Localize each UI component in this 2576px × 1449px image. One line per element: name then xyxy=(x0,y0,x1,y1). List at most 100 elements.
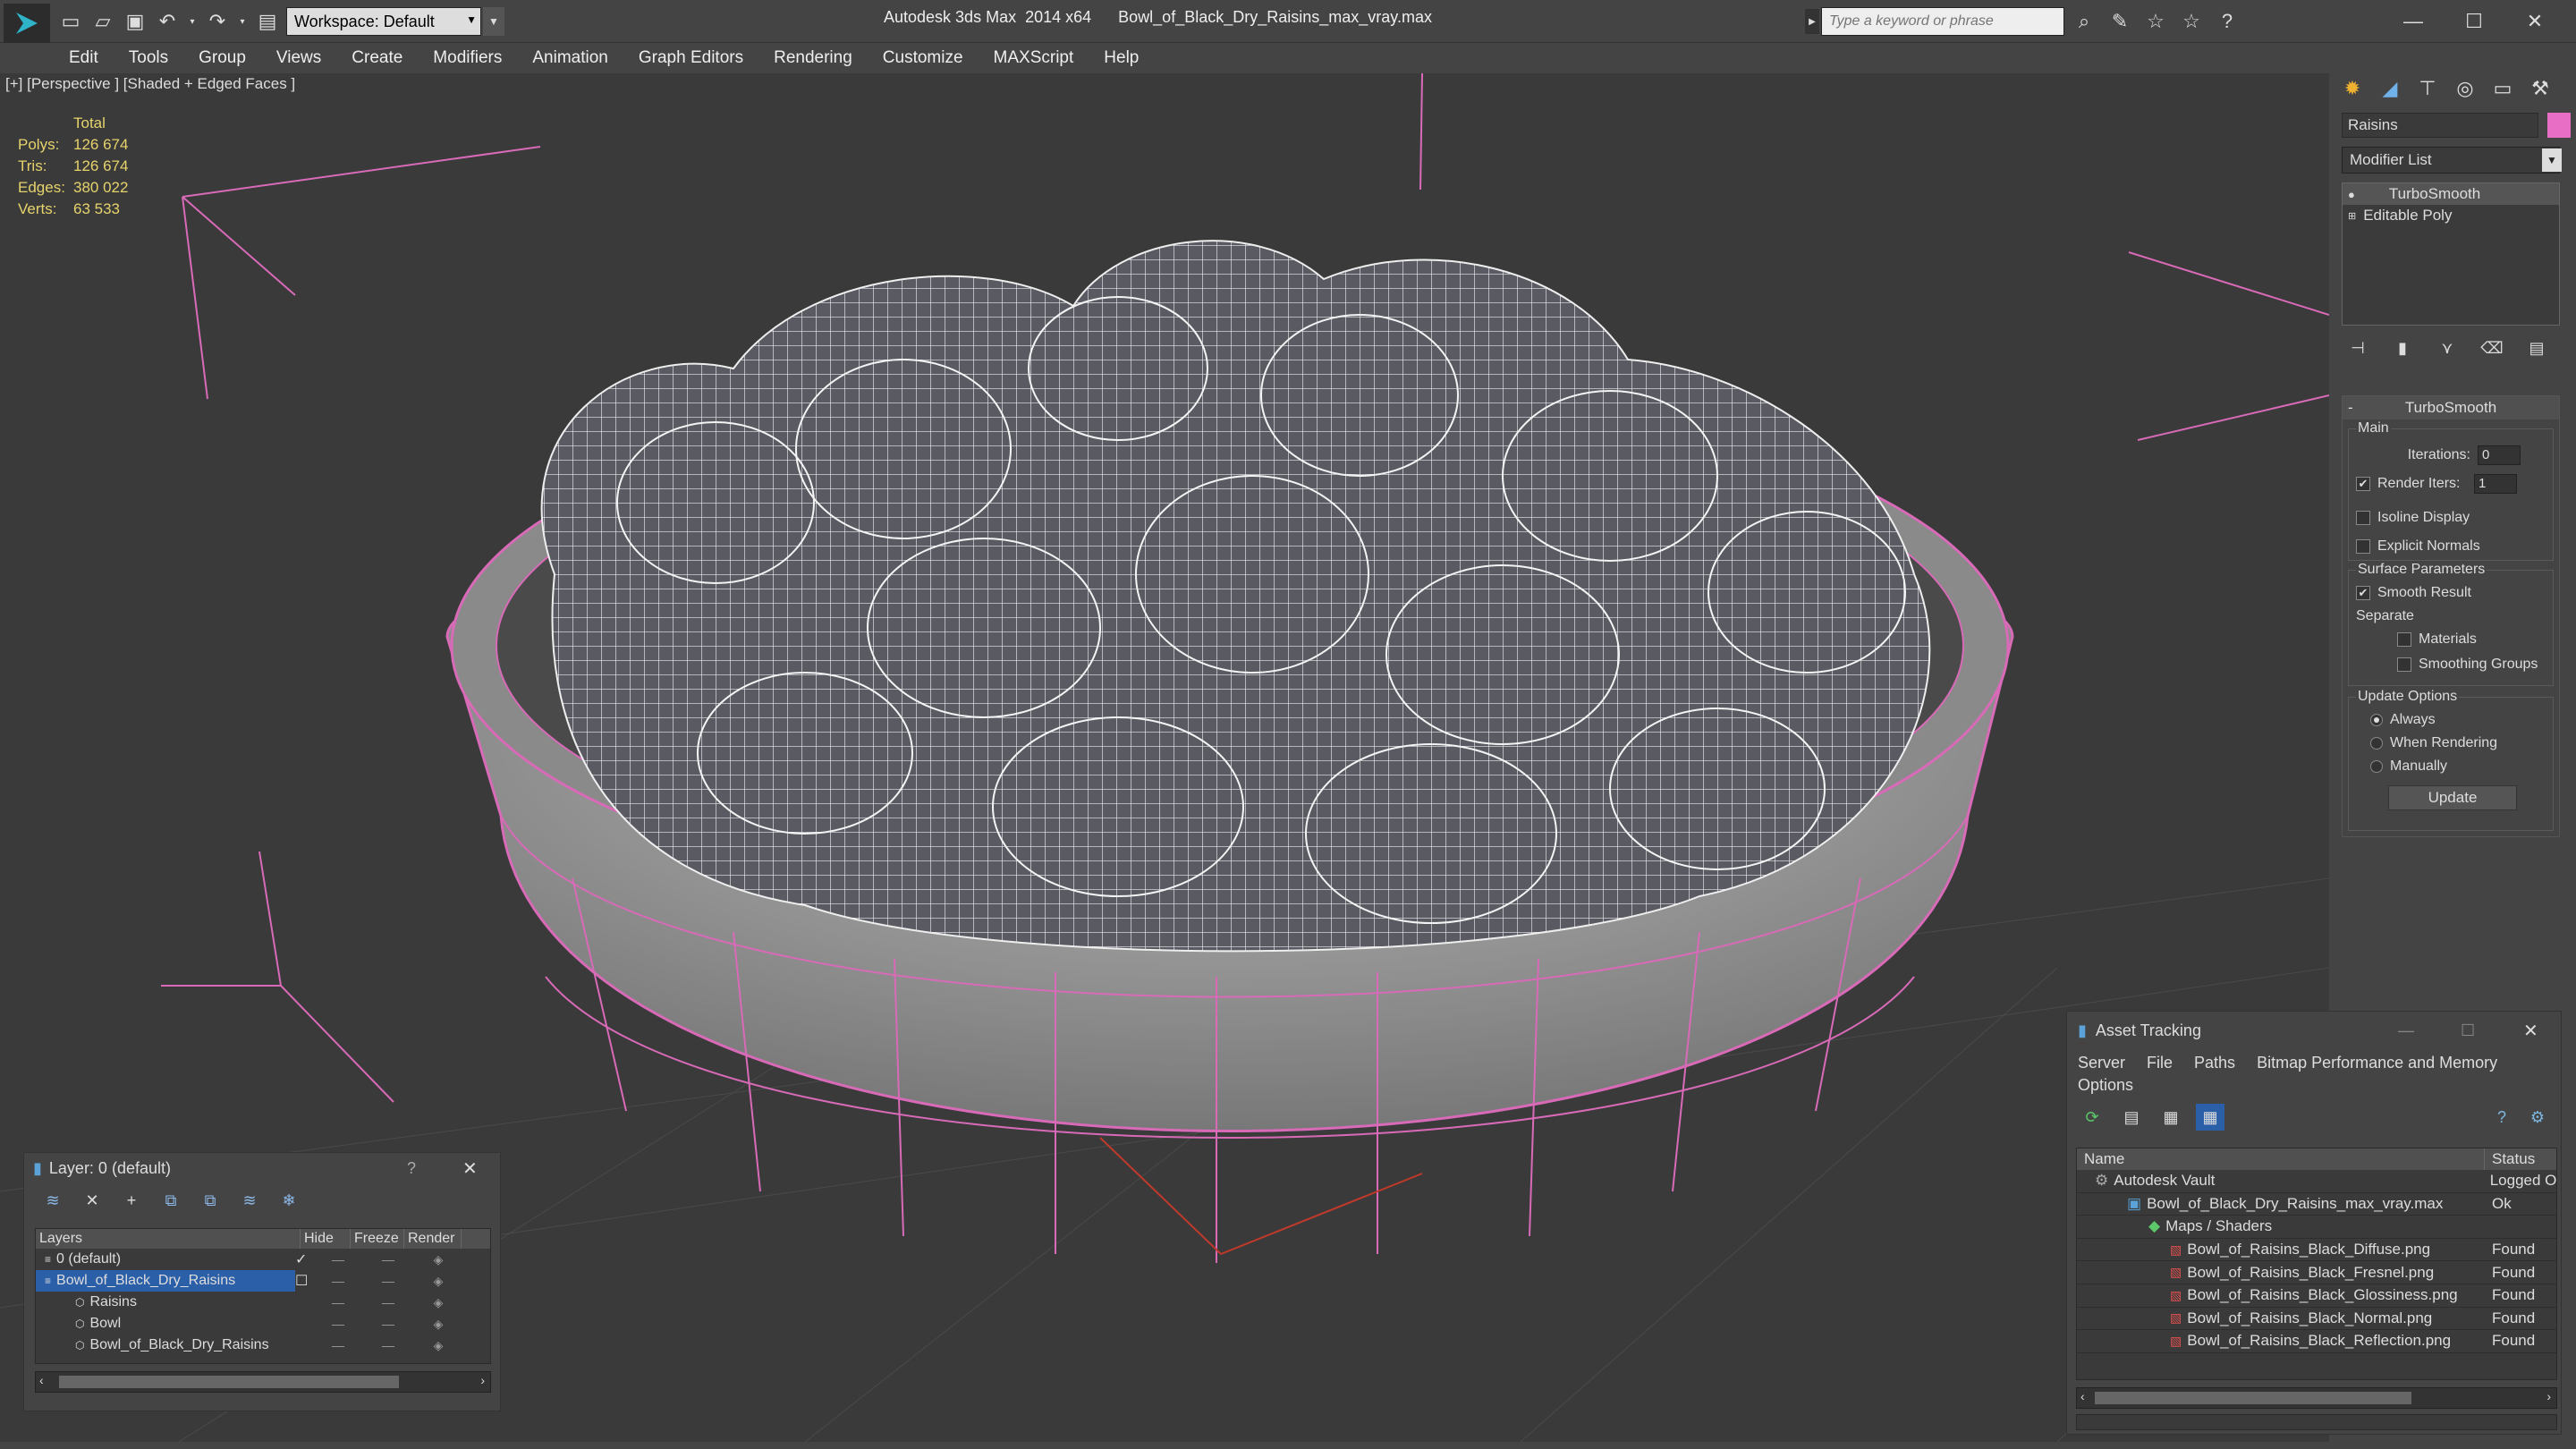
project-folder-icon[interactable]: ▤ xyxy=(254,7,281,36)
render-toggle-icon[interactable]: ◈ xyxy=(413,1252,463,1267)
remove-modifier-icon[interactable]: ⌫ xyxy=(2476,335,2508,361)
layers-icon[interactable]: ≋ xyxy=(38,1186,67,1215)
horizontal-scrollbar[interactable]: ‹ › xyxy=(35,1371,491,1393)
communication-center-icon[interactable]: ✎ xyxy=(2104,7,2136,36)
freeze-toggle[interactable]: — xyxy=(363,1295,413,1309)
menu-modifiers[interactable]: Modifiers xyxy=(418,48,517,68)
maximize-icon[interactable]: ☐ xyxy=(2444,4,2504,39)
layer-row[interactable]: ≡ Bowl_of_Black_Dry_Raisins ☐ — — ◈ xyxy=(36,1270,490,1292)
active-layer-check-icon[interactable]: ✓ xyxy=(295,1250,313,1268)
asset-row[interactable]: ▧ Bowl_of_Raisins_Black_Reflection.png Fo… xyxy=(2077,1330,2556,1353)
freeze-toggle[interactable]: — xyxy=(363,1317,413,1331)
close-icon[interactable]: ✕ xyxy=(462,1157,478,1180)
help-icon[interactable]: ? xyxy=(2211,7,2243,36)
asset-row[interactable]: ▧ Bowl_of_Raisins_Black_Diffuse.png Found xyxy=(2077,1239,2556,1262)
scrollbar-thumb[interactable] xyxy=(2095,1392,2411,1404)
workspace-dropdown[interactable]: Workspace: Default ▼ xyxy=(286,7,481,36)
menu-edit[interactable]: Edit xyxy=(54,48,114,68)
hierarchy-tab-icon[interactable]: ⊤ xyxy=(2411,73,2444,104)
menu-bitmap-performance[interactable]: Bitmap Performance and Memory xyxy=(2257,1054,2497,1072)
modify-tab-icon[interactable]: ◢ xyxy=(2374,73,2406,104)
always-radio[interactable] xyxy=(2370,714,2383,726)
expand-icon[interactable]: ⊞ xyxy=(2348,210,2356,222)
undo-dropdown-icon[interactable]: ▾ xyxy=(186,7,199,36)
menu-create[interactable]: Create xyxy=(336,48,418,68)
horizontal-scrollbar[interactable]: ‹ › xyxy=(2076,1387,2557,1409)
scroll-right-icon[interactable]: › xyxy=(480,1373,485,1387)
active-layer-checkbox[interactable]: ☐ xyxy=(295,1272,313,1290)
search-input[interactable] xyxy=(1821,7,2064,36)
star-icon[interactable]: ☆ xyxy=(2140,7,2172,36)
asset-row[interactable]: ◆ Maps / Shaders xyxy=(2077,1216,2556,1239)
iterations-spinner[interactable]: 0 xyxy=(2478,445,2521,465)
manually-radio[interactable] xyxy=(2370,760,2383,773)
list-view-icon[interactable]: ▤ xyxy=(2117,1104,2146,1131)
app-logo-icon[interactable] xyxy=(4,4,50,43)
modifier-list-dropdown[interactable]: Modifier List xyxy=(2342,147,2560,174)
lightbulb-icon[interactable]: ● xyxy=(2348,188,2355,201)
motion-tab-icon[interactable]: ◎ xyxy=(2449,73,2481,104)
freeze-toggle[interactable]: — xyxy=(363,1252,413,1267)
viewport-label[interactable]: [+] [Perspective ] [Shaded + Edged Faces… xyxy=(5,75,295,93)
menu-views[interactable]: Views xyxy=(261,48,336,68)
freeze-all-icon[interactable]: ❄ xyxy=(275,1186,303,1215)
favorites-icon[interactable]: ☆ xyxy=(2175,7,2207,36)
select-objects-icon[interactable]: ⧉ xyxy=(157,1186,185,1215)
render-iters-checkbox[interactable]: ✔ xyxy=(2356,477,2370,491)
menu-options[interactable]: Options xyxy=(2067,1076,2561,1099)
utilities-tab-icon[interactable]: ⚒ xyxy=(2524,73,2556,104)
make-unique-icon[interactable]: ⋎ xyxy=(2431,335,2463,361)
add-layer-icon[interactable]: + xyxy=(117,1186,146,1215)
menu-customize[interactable]: Customize xyxy=(868,48,979,68)
layer-row[interactable]: ⬡ Raisins — — ◈ xyxy=(36,1292,490,1313)
smooth-result-checkbox[interactable]: ✔ xyxy=(2356,586,2370,600)
smoothing-groups-checkbox[interactable] xyxy=(2397,657,2411,672)
asset-row[interactable]: ▧ Bowl_of_Raisins_Black_Glossiness.png Fo… xyxy=(2077,1284,2556,1308)
scrollbar-thumb[interactable] xyxy=(59,1376,399,1388)
hide-toggle[interactable]: — xyxy=(313,1274,363,1288)
asset-row[interactable]: ▧ Bowl_of_Raisins_Black_Fresnel.png Found xyxy=(2077,1261,2556,1284)
hide-toggle[interactable]: — xyxy=(313,1295,363,1309)
menu-graph-editors[interactable]: Graph Editors xyxy=(623,48,758,68)
minimize-icon[interactable]: — xyxy=(2383,4,2444,39)
grid-view-icon[interactable]: ▦ xyxy=(2196,1104,2224,1131)
column-header[interactable]: Layers xyxy=(36,1229,301,1249)
column-header[interactable]: Render xyxy=(404,1229,462,1249)
new-file-icon[interactable]: ▭ xyxy=(57,7,84,36)
menu-paths[interactable]: Paths xyxy=(2194,1054,2235,1072)
isoline-checkbox[interactable] xyxy=(2356,511,2370,525)
scroll-left-icon[interactable]: ‹ xyxy=(39,1373,44,1387)
help-icon[interactable]: ? xyxy=(2487,1104,2516,1131)
column-header[interactable]: Freeze xyxy=(351,1229,404,1249)
menu-help[interactable]: Help xyxy=(1089,48,1154,68)
show-end-result-icon[interactable]: ▮ xyxy=(2386,335,2419,361)
close-icon[interactable]: ✕ xyxy=(2523,1020,2538,1042)
hide-toggle[interactable]: — xyxy=(313,1338,363,1352)
asset-row[interactable]: ▧ Bowl_of_Raisins_Black_Normal.png Found xyxy=(2077,1308,2556,1331)
rollout-header[interactable]: - TurboSmooth xyxy=(2343,396,2559,419)
render-toggle-icon[interactable]: ◈ xyxy=(413,1317,463,1332)
menu-server[interactable]: Server xyxy=(2078,1054,2125,1072)
update-button[interactable]: Update xyxy=(2388,785,2517,810)
menu-group[interactable]: Group xyxy=(183,48,261,68)
maximize-icon[interactable]: ☐ xyxy=(2461,1021,2475,1040)
redo-icon[interactable]: ↷ xyxy=(204,7,231,36)
menu-rendering[interactable]: Rendering xyxy=(758,48,868,68)
chevron-down-icon[interactable]: ▼ xyxy=(2542,148,2562,172)
asset-path-field[interactable] xyxy=(2076,1414,2557,1430)
hide-all-icon[interactable]: ≋ xyxy=(235,1186,264,1215)
close-icon[interactable]: ✕ xyxy=(2504,4,2565,39)
undo-icon[interactable]: ↶ xyxy=(154,7,181,36)
freeze-toggle[interactable]: — xyxy=(363,1274,413,1288)
table-view-icon[interactable]: ▦ xyxy=(2157,1104,2185,1131)
binoculars-icon[interactable]: ⌕ xyxy=(2068,7,2100,36)
delete-layer-icon[interactable]: ✕ xyxy=(78,1186,106,1215)
layer-row[interactable]: ⬡ Bowl_of_Black_Dry_Raisins — — ◈ xyxy=(36,1335,490,1356)
asset-window-titlebar[interactable]: ▮ Asset Tracking — ☐ ✕ xyxy=(2067,1012,2561,1049)
render-toggle-icon[interactable]: ◈ xyxy=(413,1338,463,1353)
object-color-swatch[interactable] xyxy=(2547,113,2571,138)
render-toggle-icon[interactable]: ◈ xyxy=(413,1295,463,1310)
column-header[interactable]: Status xyxy=(2485,1148,2535,1170)
menu-tools[interactable]: Tools xyxy=(114,48,183,68)
layer-row[interactable]: ⬡ Bowl — — ◈ xyxy=(36,1313,490,1335)
